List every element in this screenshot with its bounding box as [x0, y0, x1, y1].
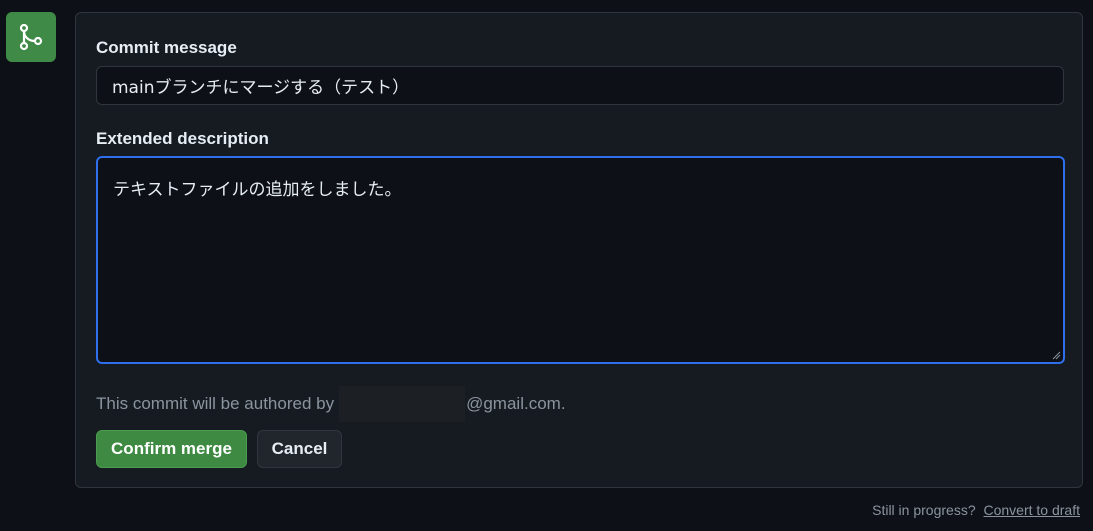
convert-to-draft-link[interactable]: Convert to draft: [984, 502, 1081, 518]
cancel-button[interactable]: Cancel: [257, 430, 342, 468]
confirm-merge-button[interactable]: Confirm merge: [96, 430, 247, 468]
commit-message-label: Commit message: [96, 38, 237, 57]
git-merge-icon: [6, 12, 56, 62]
author-note: This commit will be authored by @gmail.c…: [96, 386, 566, 422]
footer-prompt: Still in progress?: [872, 502, 976, 518]
draft-footer: Still in progress? Convert to draft: [872, 502, 1080, 518]
merge-form-panel: Commit message Extended description テキスト…: [75, 12, 1083, 488]
author-suffix: @gmail.com.: [466, 394, 566, 413]
extended-description-label: Extended description: [96, 129, 269, 148]
redacted-email: [339, 386, 466, 422]
commit-message-input[interactable]: [96, 66, 1064, 105]
author-prefix: This commit will be authored by: [96, 394, 335, 413]
extended-description-textarea[interactable]: テキストファイルの追加をしました。: [96, 156, 1065, 364]
git-merge-glyph: [19, 23, 43, 51]
resize-handle-icon[interactable]: [1051, 350, 1061, 360]
